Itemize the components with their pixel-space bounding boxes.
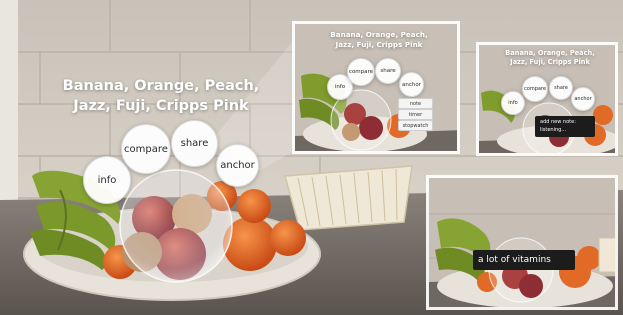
fruit-title: Banana, Orange, Peach, Jazz, Fuji, Cripp… — [62, 78, 260, 114]
panel-menu-share-button[interactable]: share — [375, 58, 401, 84]
panel-note-anchor-button[interactable]: anchor — [571, 87, 595, 111]
panel-note-result: a lot of vitamins — [426, 175, 618, 310]
panel-note-compare-button[interactable]: compare — [522, 76, 548, 102]
panel-note-listening: Banana, Orange, Peach, Jazz, Fuji, Cripp… — [476, 42, 618, 156]
menu-item-stopwatch[interactable]: stopwatch — [398, 120, 433, 131]
note-result-box: a lot of vitamins — [473, 250, 575, 270]
panel-note-share-button[interactable]: share — [549, 76, 573, 100]
share-button[interactable]: share — [171, 120, 218, 167]
note-prompt: add new note: — [540, 119, 576, 125]
panel-result-scene — [429, 178, 615, 307]
panel-menu-title: Banana, Orange, Peach, Jazz, Fuji, Cripp… — [330, 30, 428, 49]
ar-screenshot: Banana, Orange, Peach, Jazz, Fuji, Cripp… — [0, 0, 623, 315]
note-listening-status: listening... — [540, 127, 567, 133]
menu-item-timer[interactable]: timer — [398, 109, 433, 120]
info-button[interactable]: info — [83, 156, 131, 204]
anchor-button[interactable]: anchor — [216, 144, 259, 187]
menu-item-note[interactable]: note — [398, 98, 433, 109]
panel-menu-anchor-button[interactable]: anchor — [399, 72, 424, 97]
woven-basket — [284, 165, 413, 231]
panel-menu-view: Banana, Orange, Peach, Jazz, Fuji, Cripp… — [292, 21, 460, 154]
note-listening-box: add new note: listening... — [535, 116, 595, 137]
compare-button[interactable]: compare — [121, 124, 171, 174]
panel-note-info-button[interactable]: info — [501, 91, 525, 115]
selection-sphere[interactable] — [119, 169, 233, 283]
panel-menu-compare-button[interactable]: compare — [347, 58, 375, 86]
panel-note-title: Banana, Orange, Peach, Jazz, Fuji, Cripp… — [505, 49, 595, 66]
